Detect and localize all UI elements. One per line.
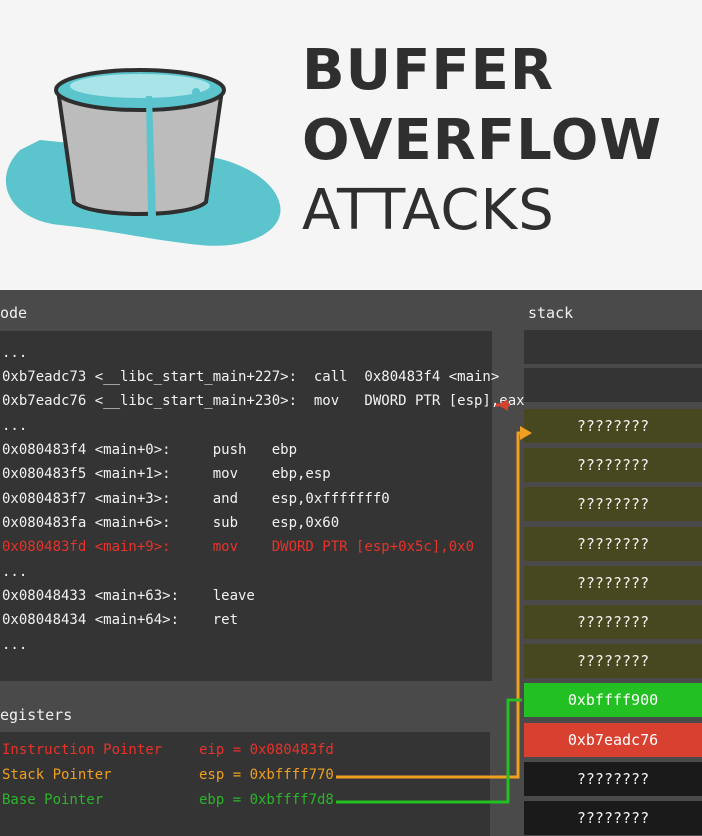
title-line-3: ATTACKS (302, 178, 555, 243)
leaking-bucket-icon (5, 68, 281, 246)
debugger-view: ode ... 0xb7eadc73 <__libc_start_main+227… (0, 290, 702, 836)
title-line-2: OVERFLOW (302, 108, 663, 173)
pointer-arrows (336, 399, 532, 804)
title-line-1: BUFFER (302, 38, 555, 103)
title-banner: BUFFER OVERFLOW ATTACKS (0, 0, 702, 290)
